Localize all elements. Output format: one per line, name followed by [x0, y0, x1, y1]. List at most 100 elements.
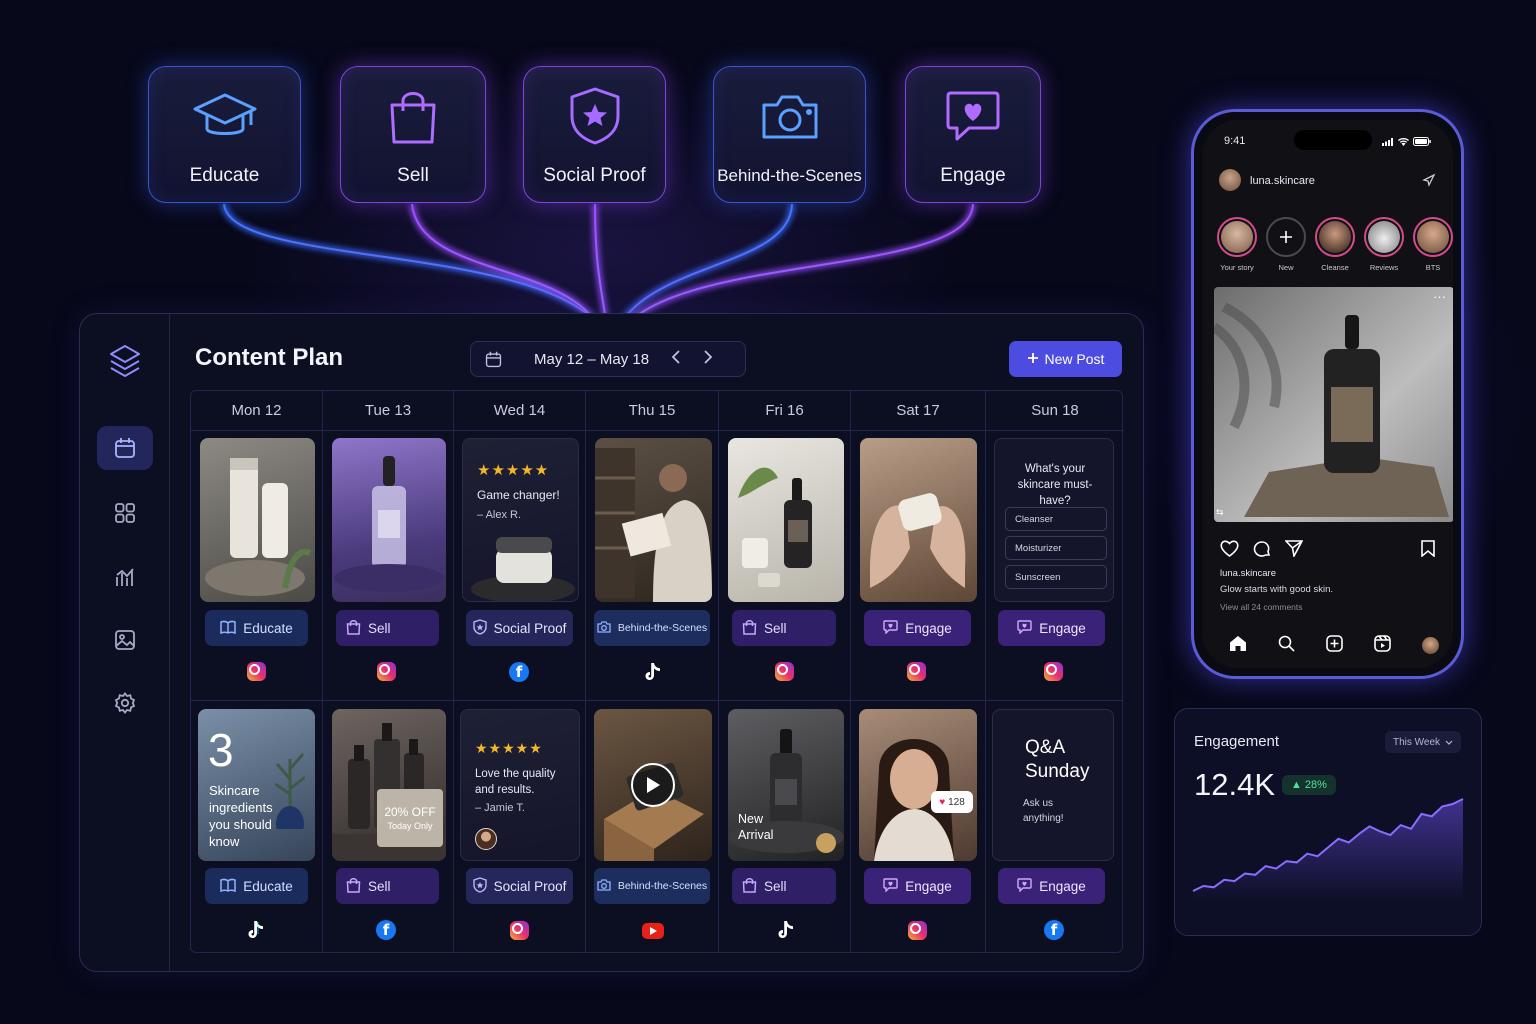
- youtube-icon: [642, 923, 664, 939]
- post-thumbnail[interactable]: [200, 438, 315, 602]
- tag-sell[interactable]: Sell: [732, 868, 836, 904]
- profile-handle[interactable]: luna.skincare: [1250, 175, 1315, 187]
- post-thumbnail[interactable]: ★★★★★ Game changer! – Alex R.: [462, 438, 579, 602]
- thumbnail-subtitle: Ask us anything!: [1023, 798, 1064, 824]
- share-icon[interactable]: [1422, 173, 1436, 192]
- dynamic-island: [1294, 130, 1372, 150]
- post-thumbnail[interactable]: [860, 438, 977, 602]
- badge-icon: [816, 833, 836, 853]
- bookmark-icon[interactable]: [1421, 540, 1435, 562]
- post-thumbnail[interactable]: What's your skincare must-have? Cleanser…: [994, 438, 1114, 602]
- instagram-icon: [908, 921, 927, 940]
- heart-icon[interactable]: [1220, 540, 1239, 563]
- tag-label: Sell: [764, 620, 787, 636]
- tag-engage[interactable]: Engage: [998, 610, 1105, 646]
- caption-text: Glow starts with good skin.: [1220, 584, 1333, 595]
- date-range-picker[interactable]: May 12 – May 18: [470, 341, 746, 377]
- day-header: Wed 14: [454, 391, 585, 431]
- new-post-button[interactable]: New Post: [1009, 341, 1122, 377]
- image-icon[interactable]: [97, 618, 153, 662]
- create-post-icon[interactable]: [1326, 634, 1343, 657]
- more-options-icon[interactable]: ···: [1433, 289, 1446, 304]
- post-thumbnail[interactable]: ♥ 128: [859, 709, 977, 861]
- pillar-social-proof[interactable]: Social Proof: [523, 66, 666, 203]
- post-thumbnail[interactable]: ★★★★★ Love the quality and results. – Ja…: [460, 709, 580, 861]
- tag-engage[interactable]: Engage: [864, 868, 971, 904]
- post-thumbnail[interactable]: New Arrival: [728, 709, 844, 861]
- engagement-trend-chart: [1192, 798, 1464, 901]
- search-icon[interactable]: [1278, 635, 1295, 657]
- story-cleanse[interactable]: Cleanse: [1314, 217, 1356, 272]
- home-icon[interactable]: [1229, 635, 1247, 657]
- tag-social-proof[interactable]: Social Proof: [466, 868, 573, 904]
- review-author: – Jamie T.: [475, 802, 525, 814]
- day-column-tue: Tue 13 Sell 20% OFF Today Only Sell f: [323, 391, 454, 952]
- story-your-story[interactable]: Your story: [1216, 217, 1258, 272]
- tag-behind-the-scenes[interactable]: Behind-the-Scenes: [594, 868, 710, 904]
- offer-card: 20% OFF Today Only: [377, 789, 443, 847]
- tag-behind-the-scenes[interactable]: Behind-the-Scenes: [594, 610, 710, 646]
- battery-icon: [1413, 137, 1431, 146]
- pillar-behind-the-scenes[interactable]: Behind-the-Scenes: [713, 66, 866, 203]
- calendar-icon[interactable]: [97, 426, 153, 470]
- period-dropdown[interactable]: This Week: [1385, 731, 1461, 753]
- pillar-engage[interactable]: Engage: [905, 66, 1041, 203]
- day-column-fri: Fri 16 Sell New Arrival Sell: [719, 391, 851, 952]
- story-bts[interactable]: BTS: [1412, 217, 1453, 272]
- story-reviews[interactable]: Reviews: [1363, 217, 1405, 272]
- tag-sell[interactable]: Sell: [336, 610, 439, 646]
- chevron-right-icon[interactable]: [703, 350, 713, 368]
- play-icon[interactable]: [631, 763, 675, 807]
- day-column-sun: Sun 18 What's your skincare must-have? C…: [986, 391, 1124, 952]
- poll-option[interactable]: Moisturizer: [1005, 536, 1107, 560]
- tag-engage[interactable]: Engage: [864, 610, 971, 646]
- post-thumbnail[interactable]: [595, 438, 712, 602]
- feed-post-image[interactable]: ⇆ ···: [1214, 287, 1453, 522]
- settings-icon[interactable]: [97, 681, 153, 725]
- post-thumbnail[interactable]: [728, 438, 844, 602]
- pillar-label: Engage: [940, 164, 1006, 186]
- profile-avatar[interactable]: [1219, 169, 1241, 191]
- tag-social-proof[interactable]: Social Proof: [466, 610, 573, 646]
- status-time: 9:41: [1224, 135, 1246, 147]
- calendar-icon: [485, 351, 502, 368]
- analytics-icon[interactable]: [97, 555, 153, 599]
- big-number: 3: [208, 724, 234, 776]
- post-thumbnail[interactable]: 3 Skincare ingredients you should know: [198, 709, 315, 861]
- send-icon[interactable]: [1284, 540, 1304, 563]
- poll-option[interactable]: Cleanser: [1005, 507, 1107, 531]
- story-new[interactable]: New: [1265, 217, 1307, 272]
- pillar-sell[interactable]: Sell: [340, 66, 486, 203]
- date-range-label: May 12 – May 18: [534, 350, 650, 368]
- layers-icon[interactable]: [97, 339, 153, 383]
- poll-option[interactable]: Sunscreen: [1005, 565, 1107, 589]
- avatar: [475, 828, 497, 850]
- tag-sell[interactable]: Sell: [732, 610, 836, 646]
- tag-label: Sell: [368, 620, 391, 636]
- pillar-label: Sell: [397, 164, 429, 186]
- tag-educate[interactable]: Educate: [205, 868, 308, 904]
- post-thumbnail[interactable]: 20% OFF Today Only: [332, 709, 446, 861]
- tag-label: Sell: [764, 878, 787, 894]
- tag-sell[interactable]: Sell: [336, 868, 439, 904]
- tag-label: Engage: [905, 878, 952, 894]
- pillar-educate[interactable]: Educate: [148, 66, 301, 203]
- instagram-icon: [510, 921, 529, 940]
- post-thumbnail[interactable]: Q&A Sunday Ask us anything!: [992, 709, 1114, 861]
- comment-icon[interactable]: [1253, 540, 1271, 563]
- caption-handle[interactable]: luna.skincare: [1220, 568, 1276, 579]
- profile-tab-avatar[interactable]: [1421, 637, 1439, 654]
- story-label: New: [1278, 263, 1294, 272]
- post-thumbnail[interactable]: [594, 709, 712, 861]
- tag-label: Social Proof: [493, 878, 567, 894]
- tag-educate[interactable]: Educate: [205, 610, 308, 646]
- reels-icon[interactable]: [1373, 634, 1391, 657]
- post-thumbnail[interactable]: [332, 438, 446, 602]
- review-quote: Game changer!: [477, 488, 560, 502]
- view-comments-link[interactable]: View all 24 comments: [1220, 602, 1303, 612]
- chat-heart-icon: [1017, 877, 1032, 895]
- story-label: Reviews: [1369, 263, 1399, 272]
- grid-icon[interactable]: [97, 491, 153, 535]
- tag-engage[interactable]: Engage: [998, 868, 1105, 904]
- chevron-left-icon[interactable]: [671, 350, 681, 368]
